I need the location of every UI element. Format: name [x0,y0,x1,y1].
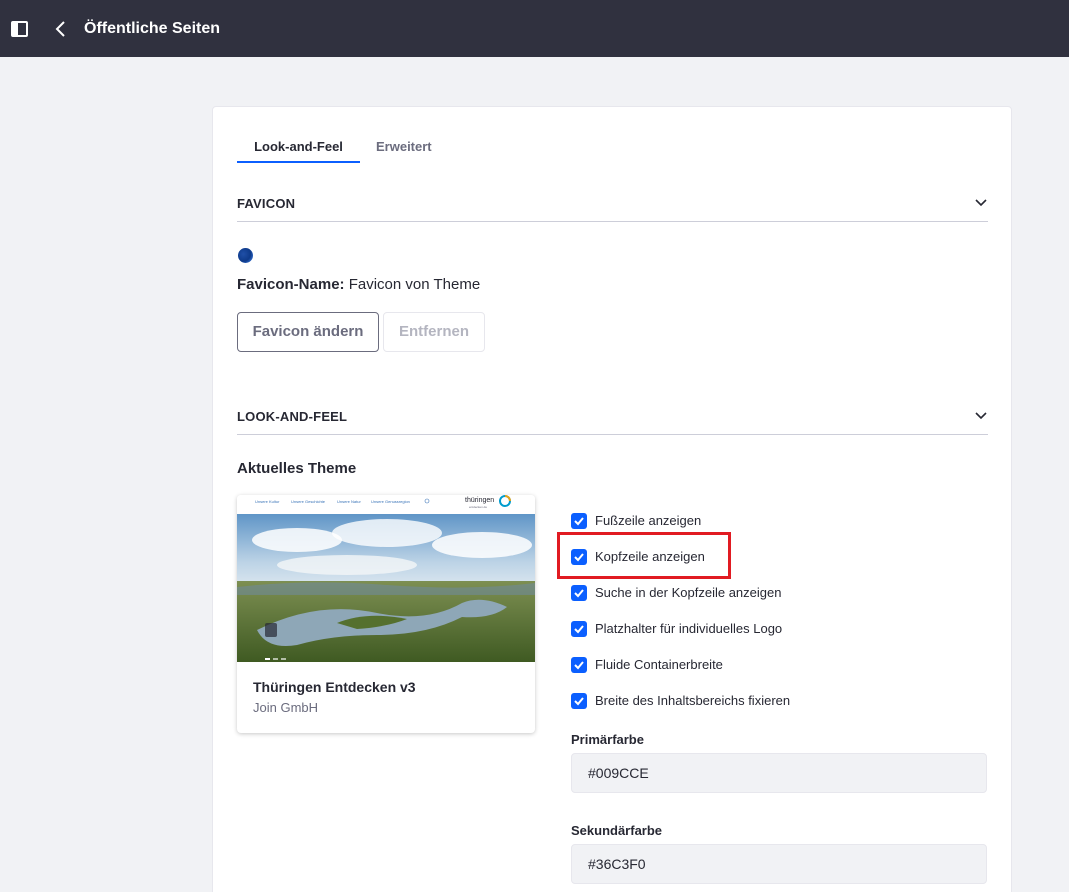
current-theme-heading: Aktuelles Theme [237,460,357,477]
page-title: Öffentliche Seiten [84,20,221,37]
preview-nav-1: Unsere Kultur [255,499,280,504]
preview-nav-2: Unsere Geschichte [291,499,326,504]
favicon-section-header[interactable]: FAVICON [237,192,988,222]
highlight-annotation [557,532,731,579]
preview-nav-3: Unsere Natur [337,499,361,504]
option-logo-placeholder-label: Platzhalter für individuelles Logo [595,621,783,636]
change-favicon-button[interactable]: Favicon ändern [237,312,379,352]
look-and-feel-section-title: LOOK-AND-FEEL [237,409,348,424]
theme-preview-image: Unsere Kultur Unsere Geschichte Unsere N… [237,495,535,662]
sidebar-panel-icon[interactable] [11,21,28,37]
option-footer-label: Fußzeile anzeigen [595,513,702,528]
tab-look-and-feel[interactable]: Look-and-Feel [237,137,360,163]
look-and-feel-section-header[interactable]: LOOK-AND-FEEL [237,405,988,435]
favicon-section-title: FAVICON [237,196,296,211]
secondary-color-label: Sekundärfarbe [571,823,663,838]
chevron-down-icon[interactable] [974,411,988,421]
checkbox-checked-icon[interactable] [571,657,587,673]
secondary-color-input[interactable]: #36C3F0 [571,844,987,884]
remove-favicon-button[interactable]: Entfernen [383,312,485,352]
top-bar: Öffentliche Seiten [0,0,1069,57]
option-fixed-content-width-label: Breite des Inhaltsbereichs fixieren [595,693,791,708]
checkbox-checked-icon[interactable] [571,513,587,529]
primary-color-label: Primärfarbe [571,732,644,747]
chevron-down-icon[interactable] [974,198,988,208]
checkbox-checked-icon[interactable] [571,585,587,601]
theme-name: Thüringen Entdecken v3 [253,679,416,695]
checkbox-checked-icon[interactable] [571,693,587,709]
tab-erweitert[interactable]: Erweitert [376,137,432,157]
checkbox-checked-icon[interactable] [571,621,587,637]
theme-author: Join GmbH [253,700,319,715]
settings-card: Look-and-Feel Erweitert FAVICON Favicon-… [212,106,1012,892]
favicon-name-value: Favicon von Theme [348,276,481,293]
theme-card[interactable]: Unsere Kultur Unsere Geschichte Unsere N… [237,495,535,733]
option-fluid-container-label: Fluide Containerbreite [595,657,723,672]
preview-brand-sub: entdecken.de [469,505,487,509]
favicon-name: Favicon-Name: Favicon von Theme [237,275,480,295]
favicon-preview [238,248,253,263]
preview-nav-4: Unsere Genussregion [371,499,410,504]
preview-brand: thüringen [465,497,494,504]
primary-color-input[interactable]: #009CCE [571,753,987,793]
favicon-name-label: Favicon-Name: [237,276,345,293]
chevron-left-icon[interactable] [53,20,69,38]
option-header-search-label: Suche in der Kopfzeile anzeigen [595,585,782,600]
